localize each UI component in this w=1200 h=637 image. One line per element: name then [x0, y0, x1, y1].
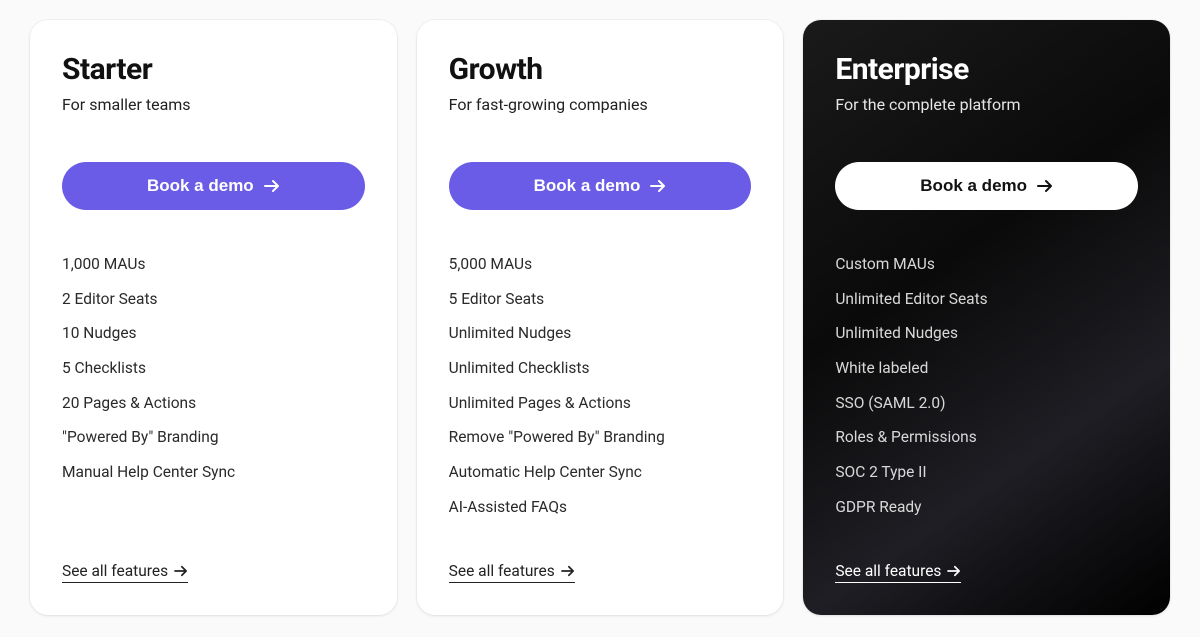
features-list: 5,000 MAUs 5 Editor Seats Unlimited Nudg…: [449, 254, 752, 538]
feature-item: 5,000 MAUs: [449, 254, 752, 276]
arrow-right-icon: [561, 565, 575, 577]
plan-subtitle: For smaller teams: [62, 95, 365, 114]
feature-item: Unlimited Checklists: [449, 358, 752, 380]
feature-item: White labeled: [835, 358, 1138, 380]
pricing-card-growth: Growth For fast-growing companies Book a…: [417, 20, 784, 615]
arrow-right-icon: [264, 179, 280, 193]
feature-item: 20 Pages & Actions: [62, 393, 365, 415]
feature-item: Custom MAUs: [835, 254, 1138, 276]
feature-item: Automatic Help Center Sync: [449, 462, 752, 484]
features-list: Custom MAUs Unlimited Editor Seats Unlim…: [835, 254, 1138, 538]
feature-item: 5 Checklists: [62, 358, 365, 380]
feature-item: AI-Assisted FAQs: [449, 497, 752, 519]
cta-label: Book a demo: [147, 176, 254, 196]
plan-subtitle: For the complete platform: [835, 95, 1138, 114]
cta-label: Book a demo: [920, 176, 1027, 196]
see-all-label: See all features: [449, 562, 555, 580]
see-all-features-link[interactable]: See all features: [62, 562, 188, 583]
feature-item: Unlimited Nudges: [835, 323, 1138, 345]
feature-item: Remove "Powered By" Branding: [449, 427, 752, 449]
plan-title: Growth: [449, 52, 752, 87]
feature-item: 1,000 MAUs: [62, 254, 365, 276]
feature-item: 2 Editor Seats: [62, 289, 365, 311]
feature-item: Unlimited Nudges: [449, 323, 752, 345]
plan-title: Enterprise: [835, 52, 1138, 87]
arrow-right-icon: [1037, 179, 1053, 193]
pricing-card-starter: Starter For smaller teams Book a demo 1,…: [30, 20, 397, 615]
feature-item: GDPR Ready: [835, 497, 1138, 519]
see-all-features-link[interactable]: See all features: [835, 562, 961, 583]
feature-item: Unlimited Pages & Actions: [449, 393, 752, 415]
arrow-right-icon: [174, 565, 188, 577]
book-demo-button[interactable]: Book a demo: [62, 162, 365, 210]
feature-item: 10 Nudges: [62, 323, 365, 345]
see-all-label: See all features: [62, 562, 168, 580]
see-all-features-link[interactable]: See all features: [449, 562, 575, 583]
feature-item: 5 Editor Seats: [449, 289, 752, 311]
feature-item: Unlimited Editor Seats: [835, 289, 1138, 311]
feature-item: "Powered By" Branding: [62, 427, 365, 449]
arrow-right-icon: [947, 565, 961, 577]
feature-item: Roles & Permissions: [835, 427, 1138, 449]
feature-item: SSO (SAML 2.0): [835, 393, 1138, 415]
plan-subtitle: For fast-growing companies: [449, 95, 752, 114]
pricing-grid: Starter For smaller teams Book a demo 1,…: [30, 20, 1170, 615]
cta-label: Book a demo: [534, 176, 641, 196]
features-list: 1,000 MAUs 2 Editor Seats 10 Nudges 5 Ch…: [62, 254, 365, 538]
pricing-card-enterprise: Enterprise For the complete platform Boo…: [803, 20, 1170, 615]
arrow-right-icon: [650, 179, 666, 193]
book-demo-button[interactable]: Book a demo: [835, 162, 1138, 210]
feature-item: SOC 2 Type II: [835, 462, 1138, 484]
feature-item: Manual Help Center Sync: [62, 462, 365, 484]
plan-title: Starter: [62, 52, 365, 87]
book-demo-button[interactable]: Book a demo: [449, 162, 752, 210]
see-all-label: See all features: [835, 562, 941, 580]
